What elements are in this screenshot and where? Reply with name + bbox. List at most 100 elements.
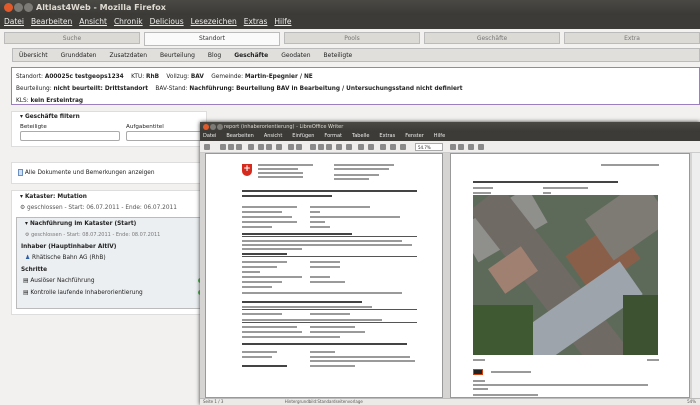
text-line [242, 206, 297, 208]
minimize-icon[interactable] [14, 3, 23, 12]
subtab-item[interactable]: Beurteilung [160, 49, 195, 61]
menu-item[interactable]: Datei [203, 132, 216, 141]
menu-item[interactable]: Datei [4, 15, 24, 29]
swiss-coat-of-arms-icon: + [242, 164, 252, 176]
subtab-item[interactable]: Übersicht [19, 49, 48, 61]
filter-title[interactable]: ▾ Geschäfte filtern [20, 114, 80, 120]
toolbar-button[interactable] [310, 144, 316, 150]
documents-panel: Alle Dokumente und Bemerkungen anzeigen [11, 162, 207, 184]
divider [242, 322, 417, 323]
subtab-item[interactable]: Grunddaten [61, 49, 97, 61]
zoom-level[interactable]: 54% [687, 399, 696, 405]
subtab-item[interactable]: Blog [208, 49, 221, 61]
tab-item[interactable]: Pools [284, 32, 420, 44]
text-line [310, 360, 415, 362]
all-documents-link[interactable]: Alle Dokumente und Bemerkungen anzeigen [18, 169, 155, 176]
text-line [242, 301, 362, 303]
vertical-scrollbar[interactable] [692, 153, 700, 398]
toolbar-button[interactable] [358, 144, 364, 150]
toolbar-button[interactable] [380, 144, 386, 150]
window-title: report (inhaberorientierung) - LibreOffi… [224, 124, 344, 130]
menu-item[interactable]: Extras [244, 15, 268, 29]
toolbar-button[interactable] [266, 144, 272, 150]
nachfuehrung-section: ▾ Nachführung im Kataster (Start) ⚙ gesc… [16, 217, 212, 309]
toolbar-button[interactable] [220, 144, 226, 150]
menu-item[interactable]: Lesezeichen [191, 15, 237, 29]
toolbar-button[interactable] [248, 144, 254, 150]
maximize-icon[interactable] [217, 124, 223, 130]
toolbar-button[interactable] [326, 144, 332, 150]
toolbar-button[interactable] [276, 144, 282, 150]
text-line [242, 261, 287, 263]
kataster-title[interactable]: ▾ Kataster: Mutation [20, 194, 87, 200]
toolbar-button[interactable] [450, 144, 456, 150]
menu-item[interactable]: Hilfe [274, 15, 291, 29]
schritte-title: Schritte [21, 267, 48, 273]
text-line [473, 187, 493, 189]
toolbar-button[interactable] [458, 144, 464, 150]
page-indicator: Seite 1 / 3 [203, 399, 224, 404]
map-feature [623, 295, 658, 355]
menu-item[interactable]: Ansicht [264, 132, 282, 141]
zoom-select[interactable]: 54.7% [415, 143, 443, 151]
menu-item[interactable]: Extras [379, 132, 395, 141]
standort-info: Standort: A00025c testgeops1234 KTU: RhB… [11, 67, 700, 105]
beteiligte-input[interactable] [20, 131, 120, 141]
schritt-item[interactable]: ▤ Kontrolle laufende Inhaberorientierung [23, 290, 209, 299]
toolbar-button[interactable] [336, 144, 342, 150]
schritt-item[interactable]: ▤ Auslöser Nachführung [23, 278, 209, 287]
subtab-item[interactable]: Geschäfte [234, 49, 268, 61]
toolbar-button[interactable] [346, 144, 352, 150]
text-line [242, 266, 277, 268]
toolbar-button[interactable] [258, 144, 264, 150]
text-line [242, 190, 417, 192]
writer-window: report (inhaberorientierung) - LibreOffi… [200, 122, 700, 405]
toolbar-button[interactable] [296, 144, 302, 150]
tab-item[interactable]: Extra [564, 32, 700, 44]
text-line [310, 266, 340, 268]
text-line [242, 221, 297, 223]
menu-item[interactable]: Einfügen [292, 132, 314, 141]
close-icon[interactable] [203, 124, 209, 130]
toolbar-button[interactable] [318, 144, 324, 150]
document-icon [18, 169, 23, 176]
close-icon[interactable] [4, 3, 13, 12]
subtab-item[interactable]: Beteiligte [324, 49, 353, 61]
tab-item[interactable]: Geschäfte [424, 32, 560, 44]
subtab-item[interactable]: Geodaten [281, 49, 310, 61]
toolbar-button[interactable] [400, 144, 406, 150]
toolbar-button[interactable] [390, 144, 396, 150]
menu-item[interactable]: Format [324, 132, 342, 141]
subtab-item[interactable]: Zusatzdaten [109, 49, 147, 61]
menu-item[interactable]: Delicious [150, 15, 184, 29]
toolbar-button[interactable] [288, 144, 294, 150]
minimize-icon[interactable] [210, 124, 216, 130]
menu-item[interactable]: Ansicht [79, 15, 107, 29]
tab-item[interactable]: Standort [144, 32, 280, 46]
nachfuehrung-title[interactable]: ▾ Nachführung im Kataster (Start) [25, 221, 136, 227]
main-tabs: Suche Standort Pools Geschäfte Extra [4, 32, 700, 46]
text-line [242, 195, 332, 197]
toolbar-button[interactable] [468, 144, 474, 150]
text-line [242, 211, 282, 213]
menu-item[interactable]: Chronik [114, 15, 143, 29]
toolbar-button[interactable] [228, 144, 234, 150]
text-line [543, 187, 588, 189]
inhaber-link[interactable]: ♟ Rhätische Bahn AG (RhB) [25, 255, 106, 261]
tab-item[interactable]: Suche [4, 32, 140, 44]
toolbar-button[interactable] [368, 144, 374, 150]
text-line [491, 371, 531, 373]
menu-item[interactable]: Tabelle [352, 132, 369, 141]
maximize-icon[interactable] [24, 3, 33, 12]
toolbar-button[interactable] [478, 144, 484, 150]
menu-item[interactable]: Hilfe [434, 132, 445, 141]
menu-item[interactable]: Fenster [405, 132, 424, 141]
toolbar-button[interactable] [236, 144, 242, 150]
text-line [310, 276, 330, 278]
text-line [310, 336, 340, 338]
text-line [242, 306, 372, 308]
menu-item[interactable]: Bearbeiten [226, 132, 253, 141]
divider [242, 256, 417, 257]
menu-item[interactable]: Bearbeiten [31, 15, 72, 29]
toolbar-button[interactable] [204, 144, 210, 150]
